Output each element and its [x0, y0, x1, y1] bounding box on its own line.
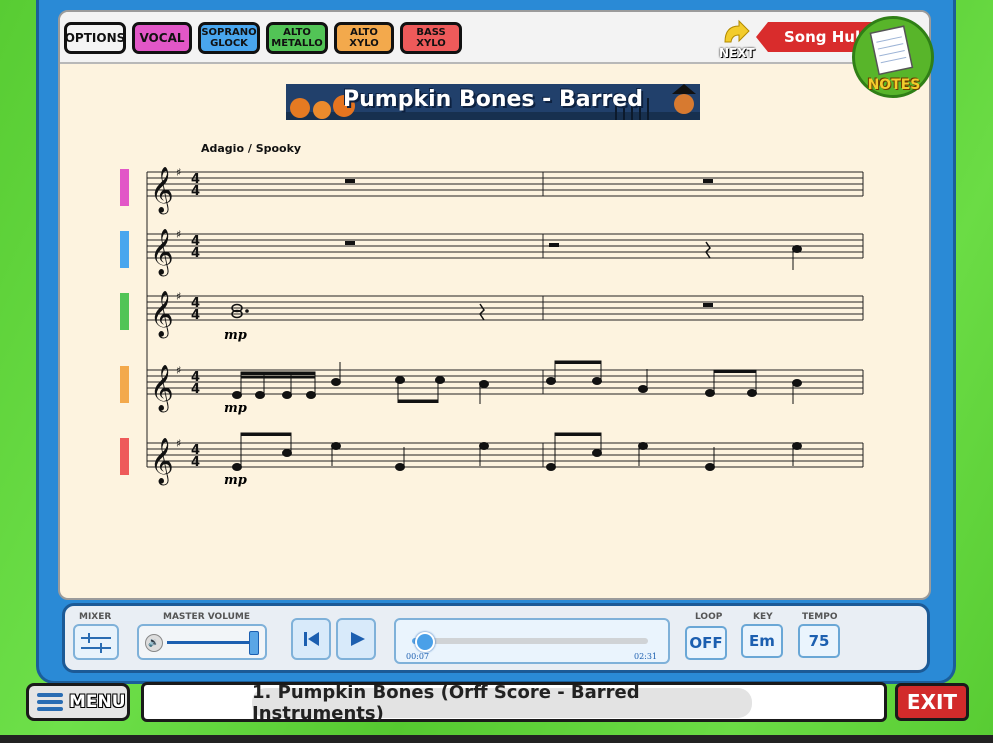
- svg-text:4: 4: [191, 382, 200, 397]
- skip-back-icon: [304, 632, 319, 646]
- svg-text:♯: ♯: [176, 364, 181, 377]
- svg-text:♯: ♯: [176, 437, 181, 450]
- staff-bass-xylo: [147, 442, 864, 468]
- key-selector[interactable]: Em: [741, 624, 783, 658]
- svg-text:4: 4: [191, 308, 200, 323]
- svg-text:4: 4: [191, 184, 200, 199]
- master-volume-handle[interactable]: [249, 631, 259, 655]
- dynamic-metallo: mp: [224, 328, 247, 343]
- notes-label: NOTES: [867, 77, 921, 93]
- notes-button[interactable]: NOTES: [852, 16, 934, 98]
- treble-clef-icon: 𝄞: [150, 438, 174, 486]
- staff-soprano-glock: [147, 233, 864, 259]
- master-volume-control: 🔉: [137, 624, 267, 660]
- svg-text:4: 4: [191, 246, 200, 261]
- svg-text:♯: ♯: [176, 166, 181, 179]
- play-button[interactable]: [336, 618, 376, 660]
- svg-text:4: 4: [191, 455, 200, 470]
- treble-clef-icon: 𝄞: [150, 365, 174, 413]
- master-volume-slider[interactable]: [167, 641, 255, 644]
- speaker-icon[interactable]: 🔉: [145, 634, 163, 652]
- menu-label: MENU: [69, 692, 126, 712]
- treble-clef-icon: 𝄞: [150, 229, 174, 277]
- hamburger-icon: [37, 693, 63, 711]
- time-elapsed: 00:07: [406, 652, 430, 661]
- svg-text:♯: ♯: [176, 228, 181, 241]
- progress-handle[interactable]: [414, 632, 435, 652]
- song-title-pill: 1. Pumpkin Bones (Orff Score - Barred In…: [252, 682, 752, 724]
- master-volume-label: MASTER VOLUME: [163, 612, 251, 622]
- progress-track[interactable]: [412, 638, 648, 644]
- staff-alto-metallo: [147, 295, 864, 321]
- bottom-strip: [0, 735, 993, 743]
- treble-clef-icon: 𝄞: [150, 167, 174, 215]
- staff-vocal: [147, 171, 864, 197]
- menu-button[interactable]: MENU: [26, 683, 130, 721]
- svg-text:♯: ♯: [176, 290, 181, 303]
- dynamic-bass-xylo: mp: [224, 473, 247, 488]
- key-label: KEY: [753, 612, 773, 622]
- tempo-selector[interactable]: 75: [798, 624, 840, 658]
- loop-label: LOOP: [695, 612, 723, 622]
- transport-bar: MIXER MASTER VOLUME 🔉 00:07 02:31 LOOP O…: [62, 603, 930, 673]
- progress-panel: 00:07 02:31: [394, 618, 670, 664]
- dynamic-alto-xylo: mp: [224, 401, 247, 416]
- song-title-bar: 1. Pumpkin Bones (Orff Score - Barred In…: [141, 682, 887, 724]
- exit-button[interactable]: EXIT: [895, 683, 969, 721]
- mixer-label: MIXER: [79, 612, 112, 622]
- mixer-sliders-icon: [81, 633, 111, 653]
- restart-button[interactable]: [291, 618, 331, 660]
- loop-toggle[interactable]: OFF: [685, 626, 727, 660]
- time-total: 02:31: [634, 652, 658, 661]
- tempo-label: TEMPO: [802, 612, 838, 622]
- treble-clef-icon: 𝄞: [150, 291, 174, 339]
- mixer-button[interactable]: [73, 624, 119, 660]
- play-icon: [351, 632, 365, 646]
- song-title: 1. Pumpkin Bones (Orff Score - Barred In…: [252, 682, 640, 724]
